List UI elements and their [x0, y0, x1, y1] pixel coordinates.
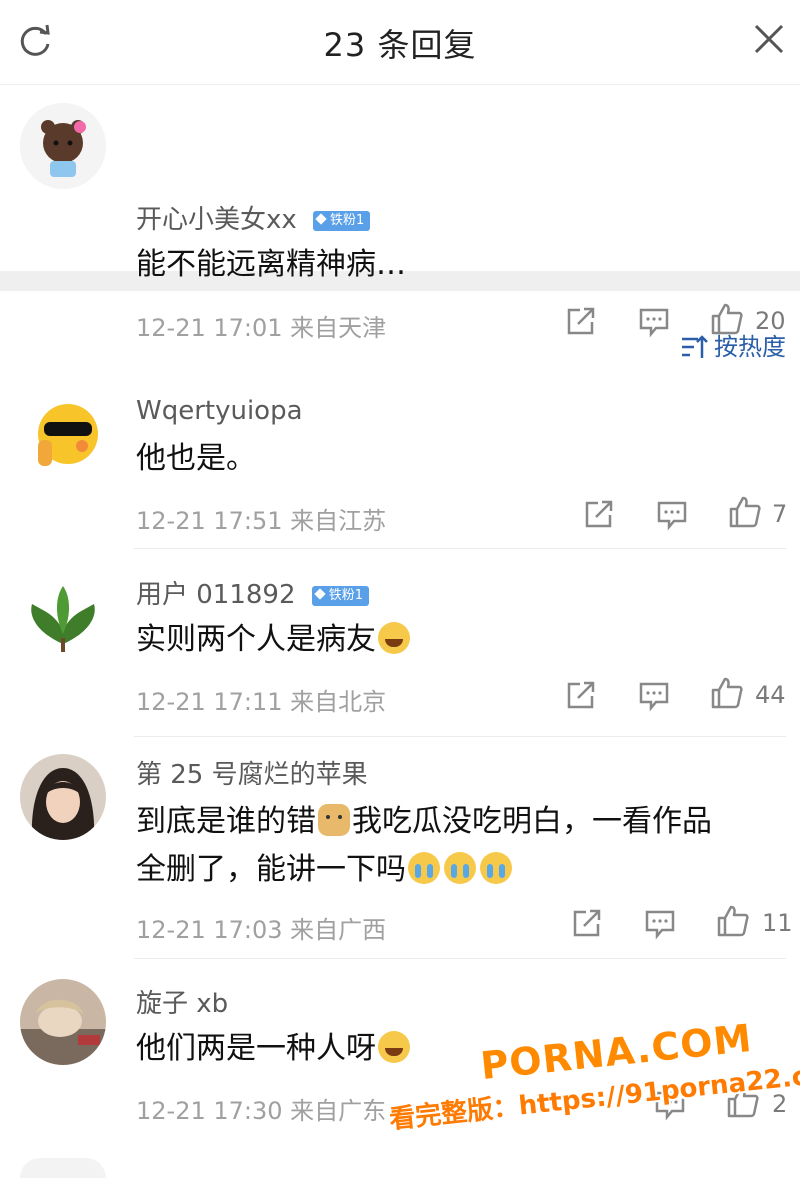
sort-label: 按热度	[714, 333, 786, 361]
badge-label: 铁粉1	[328, 588, 364, 603]
divider	[134, 736, 786, 737]
comment-meta: 12-21 17:51 来自江苏	[136, 501, 386, 536]
sort-button[interactable]: 按热度	[680, 327, 786, 362]
sort-icon	[682, 335, 708, 358]
comment-text: 实则两个人是病友	[136, 616, 412, 664]
like-count: 44	[755, 681, 786, 709]
divider	[134, 958, 786, 959]
like-icon[interactable]	[728, 495, 762, 529]
username-text: 开心小美女xx	[136, 205, 297, 235]
username[interactable]: 旋子 xb	[136, 983, 228, 1020]
fan-badge: 铁粉1	[313, 211, 371, 231]
avatar[interactable]	[20, 1158, 106, 1178]
avatar[interactable]	[20, 392, 106, 478]
location: 来自江苏	[290, 507, 387, 535]
username[interactable]: 第 25 号腐烂的苹果	[136, 754, 368, 791]
list-item: 用户 011892 铁粉1 实则两个人是病友 12-21 17:11 来自北京 …	[0, 560, 800, 740]
laugh-cry-emoji	[378, 622, 410, 654]
diamond-icon	[314, 588, 326, 600]
like-count: 11	[762, 909, 793, 937]
like-icon[interactable]	[716, 904, 750, 938]
like-count: 7	[772, 500, 788, 528]
crying-emoji	[480, 852, 512, 884]
sort-bar: 按热度	[0, 291, 800, 379]
avatar[interactable]	[20, 103, 106, 189]
comment-text: 能不能远离精神病…	[136, 247, 406, 282]
comment-text-span: 他们两是一种人呀	[136, 1031, 376, 1066]
username[interactable]: 用户 011892 铁粉1	[136, 574, 370, 611]
comment-meta: 12-21 17:30 来自广东	[136, 1091, 386, 1126]
comment-text: 他们两是一种人呀	[136, 1025, 412, 1073]
laugh-cry-emoji	[378, 1031, 410, 1063]
comment-text: 他也是。	[136, 441, 256, 476]
share-icon[interactable]	[564, 678, 598, 712]
main-comment: 开心小美女xx 铁粉1 能不能远离精神病… 12-21 17:01 来自天津 2…	[0, 85, 800, 342]
comment-text: 到底是谁的错 我吃瓜没吃明白，一看作品全删了，能讲一下吗	[136, 798, 776, 894]
avatar[interactable]	[20, 979, 106, 1065]
timestamp: 12-21 17:03	[136, 916, 283, 944]
location: 来自广西	[290, 916, 387, 944]
comment-meta: 12-21 17:03 来自广西	[136, 910, 386, 945]
diamond-icon	[315, 213, 327, 225]
username-text: 用户 011892	[136, 580, 296, 610]
comment-text-part1: 到底是谁的错	[136, 804, 316, 839]
comment-text-part2: 我吃瓜没吃明白，一看作品	[352, 804, 712, 839]
divider	[134, 548, 786, 549]
timestamp: 12-21 17:30	[136, 1097, 283, 1125]
doge-emoji	[318, 804, 350, 836]
location: 来自北京	[290, 688, 387, 716]
share-icon[interactable]	[570, 906, 604, 940]
comment-text-span: 实则两个人是病友	[136, 622, 376, 657]
timestamp: 12-21 17:11	[136, 688, 283, 716]
page-title: 23 条回复	[323, 26, 477, 64]
comment-meta: 12-21 17:11 来自北京	[136, 682, 386, 717]
avatar[interactable]	[20, 574, 106, 660]
list-item: Wqertyuiopa 他也是。 12-21 17:51 来自江苏 7	[0, 378, 800, 553]
username[interactable]: 开心小美女xx 铁粉1	[136, 199, 371, 236]
crying-emoji	[408, 852, 440, 884]
crying-emoji	[444, 852, 476, 884]
header: 23 条回复	[0, 0, 800, 85]
comment-icon[interactable]	[655, 497, 689, 531]
username[interactable]: Wqertyuiopa	[136, 396, 303, 426]
comment-icon[interactable]	[643, 906, 677, 940]
location: 来自广东	[290, 1097, 387, 1125]
comment-icon[interactable]	[637, 678, 671, 712]
badge-label: 铁粉1	[330, 213, 365, 228]
like-icon[interactable]	[710, 676, 744, 710]
fan-badge: 铁粉1	[311, 586, 370, 606]
list-item: 第 25 号腐烂的苹果 到底是谁的错 我吃瓜没吃明白，一看作品 全删了，能讲一下吗 …	[0, 740, 800, 960]
share-icon[interactable]	[582, 497, 616, 531]
timestamp: 12-21 17:51	[136, 507, 283, 535]
avatar[interactable]	[20, 754, 106, 840]
close-icon[interactable]	[752, 22, 786, 56]
comment-text-part3: 全删了，能讲一下吗	[136, 852, 406, 887]
